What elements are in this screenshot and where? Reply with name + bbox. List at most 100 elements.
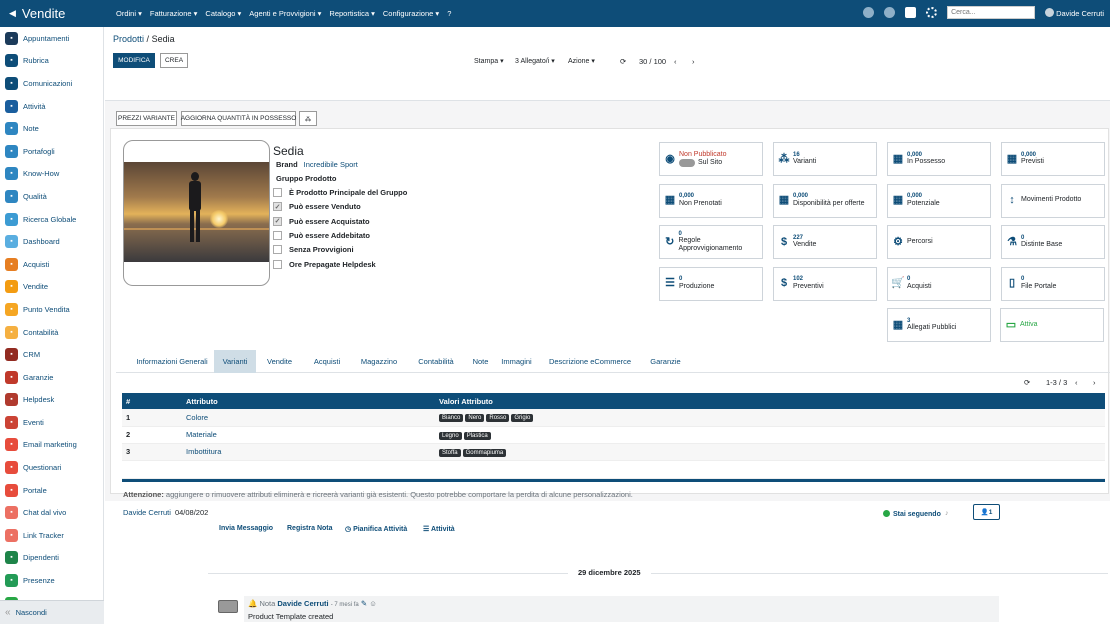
- variant-prices-button[interactable]: PREZZI VARIANTE: [116, 111, 177, 126]
- sidebar-item-know-how[interactable]: ▪ Know-How: [0, 163, 103, 186]
- record-pager[interactable]: 30 / 100: [639, 57, 666, 66]
- reactions-icon[interactable]: ☺: [369, 599, 377, 608]
- flag-checkbox[interactable]: Senza Provvigioni: [273, 245, 354, 255]
- sidebar-item-garanzie[interactable]: ▪ Garanzie: [0, 366, 103, 389]
- attachments-dropdown[interactable]: 3 Allegato/i ▾: [515, 57, 555, 65]
- create-button[interactable]: CREA: [160, 53, 188, 68]
- tab-note[interactable]: Note: [465, 350, 496, 373]
- table-row[interactable]: 3 Imbottitura Stoffa Gommapiuma: [122, 443, 1105, 461]
- reload-icon[interactable]: ⟳: [620, 57, 626, 66]
- menu-help[interactable]: ?: [447, 9, 451, 18]
- printer-icon[interactable]: [905, 7, 917, 18]
- tab-varianti[interactable]: Varianti: [214, 350, 256, 373]
- next-page-icon[interactable]: ›: [1093, 378, 1096, 387]
- smart-button-varianti[interactable]: ⁂ 16 Varianti: [773, 142, 877, 176]
- sidebar-item-punto-vendita[interactable]: ▪ Punto Vendita: [0, 298, 103, 321]
- send-message-button[interactable]: Invia Messaggio: [219, 525, 273, 532]
- smart-button-movimenti-prodotto[interactable]: ↕ Movimenti Prodotto: [1001, 183, 1105, 218]
- flag-checkbox[interactable]: ✓ Può essere Venduto: [273, 202, 361, 212]
- clock-icon[interactable]: [863, 7, 875, 18]
- flag-checkbox[interactable]: Può essere Addebitato: [273, 230, 370, 240]
- sidebar-item-email-marketing[interactable]: ▪ Email marketing: [0, 434, 103, 457]
- smart-button-non-prenotati[interactable]: ▦ 0,000 Non Prenotati: [659, 183, 763, 218]
- log-note-button[interactable]: Registra Nota: [287, 525, 333, 532]
- sidebar-item-dipendenti[interactable]: ▪ Dipendenti: [0, 547, 103, 570]
- smart-button-file-portale[interactable]: ▯ 0 File Portale: [1001, 266, 1105, 301]
- menu-catalogo[interactable]: Catalogo ▾: [205, 9, 241, 18]
- menu-fatturazione[interactable]: Fatturazione ▾: [150, 9, 198, 18]
- product-name[interactable]: Sedia: [273, 144, 304, 158]
- sidebar-item-helpdesk[interactable]: ▪ Helpdesk: [0, 389, 103, 412]
- sitemap-icon[interactable]: ⁂: [299, 111, 317, 126]
- smart-button-percorsi[interactable]: ⚙ Percorsi: [887, 225, 991, 259]
- smart-button-preventivi[interactable]: $102 Preventivi: [773, 266, 877, 301]
- empty-checkbox[interactable]: [273, 230, 282, 240]
- edit-button[interactable]: MODIFICA: [113, 53, 155, 68]
- menu-configurazione[interactable]: Configurazione ▾: [383, 9, 439, 18]
- smart-button-potenziale[interactable]: ▦ 0,000 Potenziale: [887, 183, 991, 218]
- tab-vendite[interactable]: Vendite: [256, 350, 303, 373]
- tab-acquisti[interactable]: Acquisti: [303, 350, 351, 373]
- reload-icon[interactable]: ⟳: [1024, 378, 1030, 387]
- sidebar-item-acquisti[interactable]: ▪ Acquisti: [0, 253, 103, 276]
- tab-descrizione-ecommerce[interactable]: Descrizione eCommerce: [537, 350, 643, 373]
- tab-informazioni-generali[interactable]: Informazioni Generali: [130, 350, 214, 373]
- flag-checkbox[interactable]: Ore Prepagate Helpdesk: [273, 259, 376, 269]
- app-brand[interactable]: ◀ Vendite: [9, 6, 65, 21]
- activities-button[interactable]: ☰ Attività: [423, 525, 455, 533]
- sidebar-item-contabilit-[interactable]: ▪ Contabilità: [0, 321, 103, 344]
- sidebar-item-presenze[interactable]: ▪ Presenze: [0, 569, 103, 592]
- sidebar-item-appuntamenti[interactable]: ▪ Appuntamenti: [0, 27, 103, 50]
- smart-button-previsti[interactable]: ▦ 0,000 Previsti: [1001, 142, 1105, 176]
- flag-checkbox[interactable]: ✓ Può essere Acquistato: [273, 216, 370, 226]
- followers-button[interactable]: 👤 1: [973, 504, 1000, 520]
- search-input[interactable]: [947, 6, 1036, 19]
- bell-icon[interactable]: ♪: [945, 510, 949, 517]
- table-row[interactable]: 1 Colore Bianco Nero Rosso Grigio: [122, 409, 1105, 427]
- menu-ordini[interactable]: Ordini ▾: [116, 9, 142, 18]
- smart-button-distinte-base[interactable]: ⚗ 0 Distinte Base: [1001, 225, 1105, 259]
- sidebar-item-questionari[interactable]: ▪ Questionari: [0, 456, 103, 479]
- sidebar-item-eventi[interactable]: ▪ Eventi: [0, 411, 103, 434]
- sidebar-item-vendite[interactable]: ▪ Vendite: [0, 276, 103, 299]
- empty-checkbox[interactable]: [273, 188, 282, 197]
- tab-garanzie[interactable]: Garanzie: [643, 350, 688, 373]
- tab-magazzino[interactable]: Magazzino: [351, 350, 407, 373]
- update-qty-button[interactable]: AGGIORNA QUANTITÀ IN POSSESSO: [181, 111, 296, 126]
- sidebar-item-qualit-[interactable]: ▪ Qualità: [0, 185, 103, 208]
- sidebar-item-portafogli[interactable]: ▪ Portafogli: [0, 140, 103, 163]
- toggle-switch[interactable]: [679, 159, 695, 168]
- tab-immagini[interactable]: Immagini: [496, 350, 537, 373]
- smart-button-regole-approvvigionamento[interactable]: ↻ 0 Regole Approvvigionamento: [659, 225, 763, 259]
- edit-icon[interactable]: ✎: [361, 599, 367, 608]
- sidebar-item-portale[interactable]: ▪ Portale: [0, 479, 103, 502]
- action-dropdown[interactable]: Azione ▾: [568, 57, 595, 65]
- checked-checkbox[interactable]: ✓: [273, 202, 282, 212]
- smart-button-attiva[interactable]: ▭ Attiva: [1000, 308, 1104, 342]
- chat-bubbles-icon[interactable]: [884, 7, 896, 18]
- smart-button-in-possesso[interactable]: ▦ 0,000 In Possesso: [887, 142, 991, 176]
- print-dropdown[interactable]: Stampa ▾: [474, 57, 504, 65]
- schedule-activity-button[interactable]: ◷ Pianifica Attività: [345, 525, 407, 533]
- next-record-icon[interactable]: ›: [692, 57, 695, 66]
- smart-button-non-pubblicato[interactable]: ◉ Non Pubblicato Sul Sito: [659, 142, 763, 176]
- sidebar-item-dashboard[interactable]: ▪ Dashboard: [0, 230, 103, 253]
- checked-checkbox[interactable]: ✓: [273, 216, 282, 226]
- smart-button-disponibilit-per-offerte[interactable]: ▦ 0,000 Disponibilità per offerte: [773, 183, 877, 218]
- sidebar-item-comunicazioni[interactable]: ▪ Comunicazioni: [0, 72, 103, 95]
- prev-record-icon[interactable]: ‹: [674, 57, 677, 66]
- sidebar-item-attivit-[interactable]: ▪ Attività: [0, 95, 103, 118]
- sidebar-item-rubrica[interactable]: ▪ Rubrica: [0, 50, 103, 73]
- sidebar-item-note[interactable]: ▪ Note: [0, 117, 103, 140]
- sidebar-item-chat-dal-vivo[interactable]: ▪ Chat dal vivo: [0, 501, 103, 524]
- menu-reportistica[interactable]: Reportistica ▾: [329, 9, 374, 18]
- table-row[interactable]: 2 Materiale Legno Plastica: [122, 426, 1105, 444]
- message-author[interactable]: Davide Cerruti: [277, 599, 328, 608]
- breadcrumb-parent[interactable]: Prodotti: [113, 34, 144, 44]
- sidebar-item-crm[interactable]: ▪ CRM: [0, 343, 103, 366]
- empty-checkbox[interactable]: [273, 259, 282, 269]
- product-image[interactable]: [123, 140, 270, 286]
- empty-checkbox[interactable]: [273, 245, 282, 255]
- prev-page-icon[interactable]: ‹: [1075, 378, 1078, 387]
- smart-button-produzione[interactable]: ☰ 0 Produzione: [659, 266, 763, 301]
